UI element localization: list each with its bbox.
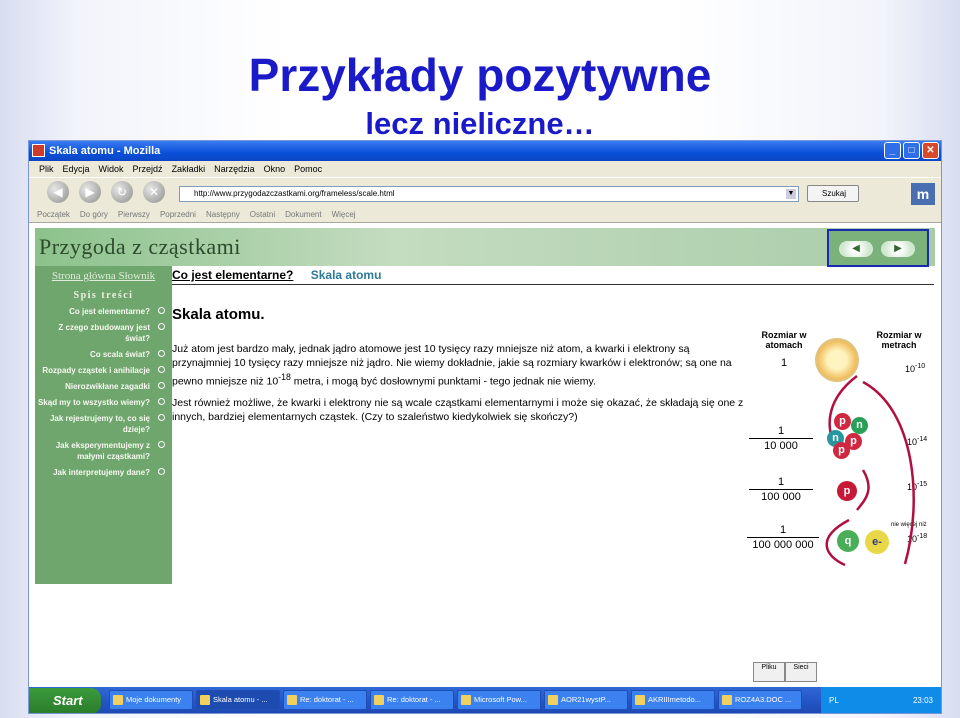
site-title: Przygoda z cząstkami	[39, 234, 241, 259]
taskbar-item-documents[interactable]: Moje dokumenty	[109, 690, 193, 710]
minimize-button[interactable]: _	[884, 142, 901, 159]
stop-button[interactable]: ✕	[143, 181, 165, 203]
menu-bar: Plik Edycja Widok Przejdź Zakładki Narzę…	[29, 161, 941, 177]
reload-button[interactable]: ↻	[111, 181, 133, 203]
slide-subtitle: lecz nieliczne…	[365, 106, 595, 141]
nav-first[interactable]: Pierwszy	[118, 207, 150, 222]
status-network: Sieci	[785, 662, 817, 682]
sidebar-item-elementary[interactable]: Co jest elementarne?	[35, 306, 172, 317]
prev-page-arrow-icon[interactable]: ◀	[839, 241, 873, 257]
meters-column-label: Rozmiar w metrach	[876, 330, 922, 350]
window-title: Skala atomu - Mozilla	[49, 145, 161, 157]
proton-particle: p	[833, 442, 850, 459]
taskbar-item-akriii[interactable]: AKRIIImetodo...	[631, 690, 715, 710]
start-button[interactable]: Start	[29, 688, 101, 713]
forward-button[interactable]: ▶	[79, 181, 101, 203]
menu-file[interactable]: Plik	[39, 161, 54, 177]
windows-taskbar: Start Moje dokumenty Skala atomu - ... R…	[29, 687, 941, 713]
search-label: Szukaj	[822, 189, 847, 198]
paragraph-2: Jest również możliwe, że kwarki i elektr…	[172, 397, 744, 423]
menu-tools[interactable]: Narzędzia	[214, 161, 255, 177]
atom-size: 1	[780, 357, 788, 369]
breadcrumb-link[interactable]: Co jest elementarne?	[172, 268, 293, 282]
taskbar-item-mail-2[interactable]: Re: doktorat - ...	[370, 690, 454, 710]
nav-last[interactable]: Ostatni	[250, 207, 275, 222]
atoms-column-label: Rozmiar w atomach	[761, 330, 807, 350]
nav-more[interactable]: Więcej	[332, 207, 356, 222]
sidebar-item-decays[interactable]: Rozpady cząstek i anihilacje	[35, 365, 172, 376]
breadcrumb-current: Skala atomu	[310, 268, 382, 282]
url-field[interactable]: http://www.przygodazczastkami.org/framel…	[179, 186, 799, 202]
menu-window[interactable]: Okno	[264, 161, 286, 177]
site-navigation-toolbar: Początek Do góry Pierwszy Poprzedni Nast…	[29, 207, 941, 223]
next-page-arrow-icon[interactable]: ▶	[881, 241, 915, 257]
neutron-particle: n	[851, 417, 868, 434]
nav-top[interactable]: Początek	[37, 207, 70, 222]
menu-view[interactable]: Widok	[99, 161, 124, 177]
taskbar-item-aor[interactable]: AOR21wystP...	[544, 690, 628, 710]
status-file: Pliku	[753, 662, 785, 682]
page-content: Przygoda z cząstkami ◀ ▶ Strona główna S…	[29, 223, 941, 687]
nav-previous[interactable]: Poprzedni	[160, 207, 196, 222]
sidebar-item-world[interactable]: Z czego zbudowany jest świat?	[35, 322, 172, 344]
maximize-button[interactable]: □	[903, 142, 920, 159]
proton-size: 1 100 000	[749, 476, 813, 503]
page-arrows: ◀ ▶	[827, 229, 929, 267]
taskbar-item-powerpoint[interactable]: Microsoft Pow...	[457, 690, 541, 710]
atom-scale-figure: Rozmiar w atomach Rozmiar w metrach 1 11…	[745, 330, 935, 620]
site-sidebar: Strona główna Słownik Spis treści Co jes…	[35, 266, 172, 584]
menu-help[interactable]: Pomoc	[294, 161, 322, 177]
close-button[interactable]: ✕	[922, 142, 939, 159]
quark-particle: q	[837, 530, 859, 552]
window-titlebar: Skala atomu - Mozilla _ □ ✕	[29, 141, 941, 161]
clock: 23:03	[912, 696, 933, 705]
status-panels: Pliku Sieci	[753, 662, 817, 682]
sidebar-item-holds[interactable]: Co scala świat?	[35, 349, 172, 360]
slide-title: Przykłady pozytywne	[248, 49, 712, 101]
taskbar-item-mail-1[interactable]: Re: doktorat - ...	[283, 690, 367, 710]
nav-next[interactable]: Następny	[206, 207, 240, 222]
proton-particle: p	[834, 413, 851, 430]
sidebar-item-interpret[interactable]: Jak interpretujemy dane?	[35, 467, 172, 478]
sidebar-item-knowledge[interactable]: Skąd my to wszystko wiemy?	[35, 397, 172, 408]
mozilla-icon	[32, 144, 45, 157]
navigation-toolbar: ◀ ▶ ↻ ✕ http://www.przygodazczastkami.or…	[29, 177, 941, 207]
sidebar-links[interactable]: Strona główna Słownik	[35, 266, 172, 286]
mozilla-throbber-icon: m	[911, 183, 935, 205]
paragraph-1: Już atom jest bardzo mały, jednak jądro …	[172, 343, 732, 388]
back-button[interactable]: ◀	[47, 181, 69, 203]
sidebar-heading: Spis treści	[73, 290, 134, 301]
electron-particle: e-	[865, 530, 889, 554]
nucleus-size: 1 10 000	[749, 425, 813, 452]
taskbar-item-browser[interactable]: Skala atomu - ...	[196, 690, 280, 710]
proton-particle: p	[837, 481, 857, 501]
nav-up[interactable]: Do góry	[80, 207, 108, 222]
search-button[interactable]: Szukaj	[807, 185, 859, 202]
url-text: http://www.przygodazczastkami.org/framel…	[194, 189, 395, 198]
sidebar-item-mysteries[interactable]: Nierozwikłane zagadki	[35, 381, 172, 392]
system-tray: PL 23:03	[821, 687, 941, 713]
page-title: Skala atomu.	[172, 306, 265, 323]
breadcrumb: Co jest elementarne? Skala atomu	[172, 268, 934, 285]
url-dropdown-icon[interactable]: ▼	[786, 189, 796, 199]
site-banner: Przygoda z cząstkami ◀ ▶	[35, 228, 935, 267]
sidebar-item-detect[interactable]: Jak rejestrujemy to, co się dzieje?	[35, 413, 172, 435]
article: Co jest elementarne? Skala atomu Skala a…	[172, 268, 934, 567]
nav-document[interactable]: Dokument	[285, 207, 321, 222]
taskbar-item-roz[interactable]: ROZ4A3.DOC ...	[718, 690, 802, 710]
menu-bookmarks[interactable]: Zakładki	[172, 161, 206, 177]
menu-edit[interactable]: Edycja	[63, 161, 90, 177]
menu-go[interactable]: Przejdź	[133, 161, 163, 177]
sidebar-item-experiment[interactable]: Jak eksperymentujemy z małymi cząstkami?	[35, 440, 172, 462]
browser-screenshot: Skala atomu - Mozilla _ □ ✕ Plik Edycja …	[28, 140, 942, 714]
language-indicator[interactable]: PL	[829, 696, 839, 705]
